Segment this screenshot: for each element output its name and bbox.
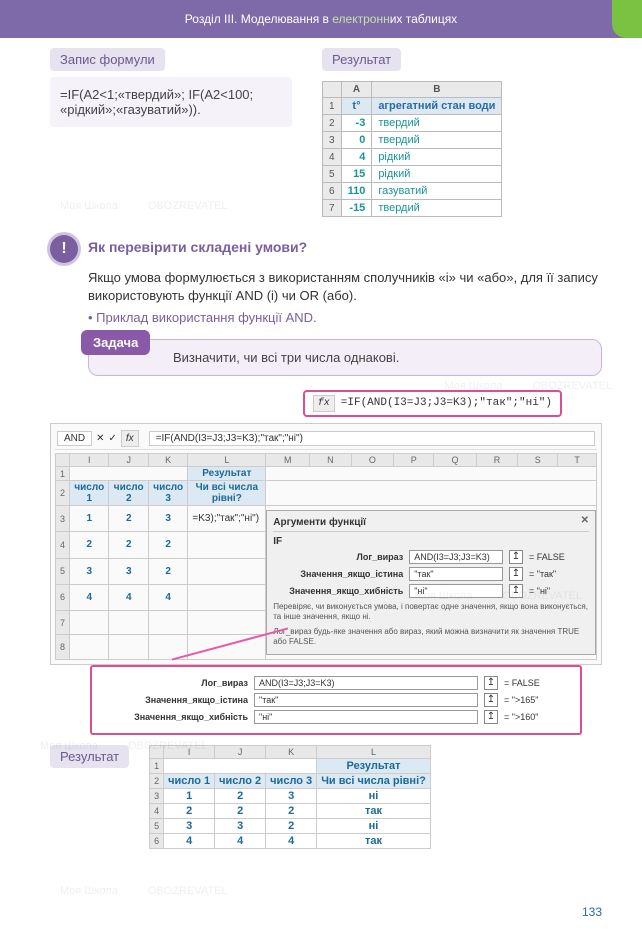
range-picker-icon[interactable]: ↥	[484, 676, 498, 690]
formula-bar: =IF(AND(I3=J3;J3=K3);"так";"ні")	[149, 431, 595, 446]
watermark: Моя ШколаOBOZREVATEL	[60, 885, 228, 897]
result-label: Результат	[322, 48, 401, 71]
page-number: 133	[582, 905, 602, 919]
excel-screenshot-1: AND ✕ ✓ fx =IF(AND(I3=J3;J3=K3);"так";"н…	[50, 423, 602, 665]
result-label-2: Результат	[50, 745, 129, 768]
question-heading: Як перевірити складені умови?	[88, 239, 307, 255]
table-row: 6444так	[150, 833, 431, 848]
chapter-title: Розділ III. Моделювання в електронних та…	[0, 0, 642, 38]
fx-confirm-icon: ✓	[109, 433, 117, 444]
function-args-dialog: Аргументи функції✕ IF Лог_виразAND(I3=J3…	[266, 510, 596, 655]
range-picker-icon[interactable]: ↥	[509, 567, 523, 581]
fx-icon: fx	[313, 395, 335, 412]
result-table-1: A B 1 t° агрегатний стан води 2-3твердий…	[322, 81, 502, 217]
namebox: AND	[57, 431, 92, 446]
task-badge: Задача	[81, 330, 150, 355]
formula-label: Запис формули	[50, 48, 165, 71]
range-picker-icon[interactable]: ↥	[509, 550, 523, 564]
table-row: 3123=K3);"так";"ні") Аргументи функції✕ …	[56, 506, 597, 532]
range-picker-icon[interactable]: ↥	[509, 584, 523, 598]
task-box: Задача Визначити, чи всі три числа однак…	[88, 339, 602, 376]
table-row: 4222так	[150, 803, 431, 818]
question-body: Якщо умова формулюється з використанням …	[88, 269, 602, 304]
task-text: Визначити, чи всі три числа однакові.	[173, 350, 587, 365]
chapter-header: Розділ III. Моделювання в електронних та…	[0, 0, 642, 38]
fx-cancel-icon: ✕	[96, 433, 104, 444]
result-table-2: IJKL 1Результат 2число 1число 2число 3Чи…	[149, 745, 431, 849]
bullet-and-example: Приклад використання функції AND.	[88, 310, 602, 325]
exclaim-icon: !	[50, 235, 78, 263]
table-row: 3123ні	[150, 788, 431, 803]
range-picker-icon[interactable]: ↥	[484, 693, 498, 707]
formula-box: =IF(A2<1;«твердий»; IF(A2<100; «рідкий»;…	[50, 77, 292, 127]
fx-bar-icon: fx	[121, 430, 139, 447]
close-icon[interactable]: ✕	[581, 515, 589, 526]
args-zoom: Лог_виразAND(I3=J3;J3=K3)↥= FALSE Значен…	[90, 665, 582, 735]
fx-callout: fx=IF(AND(I3=J3;J3=K3);"так";"ні")	[303, 390, 562, 417]
range-picker-icon[interactable]: ↥	[484, 710, 498, 724]
table-row: 5332ні	[150, 818, 431, 833]
